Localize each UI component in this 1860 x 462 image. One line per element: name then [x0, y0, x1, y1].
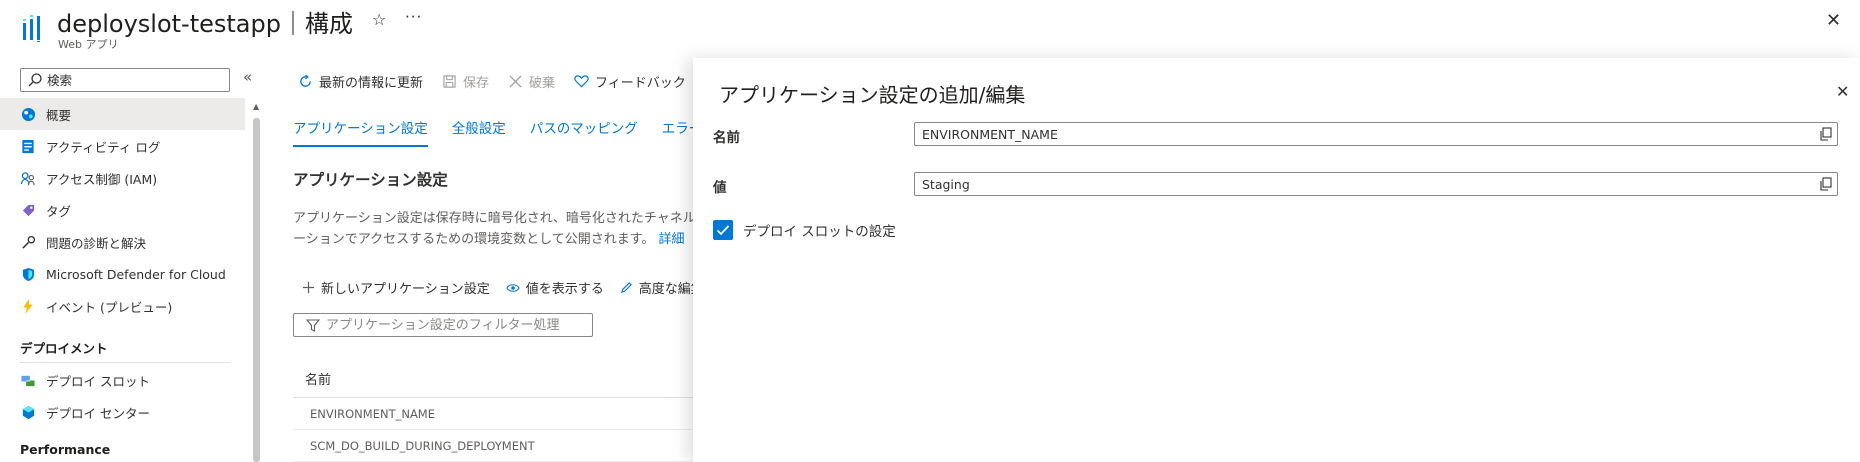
- sidebar-search[interactable]: [20, 68, 230, 92]
- value-input[interactable]: [915, 174, 1813, 194]
- scroll-up-arrow-icon[interactable]: ▲: [253, 102, 259, 111]
- sidebar-divider: [20, 362, 230, 363]
- name-input[interactable]: [915, 124, 1813, 144]
- copy-icon[interactable]: [1813, 123, 1837, 145]
- sidebar-item-deployment-center[interactable]: デプロイ センター: [0, 396, 245, 428]
- value-field-label: 値: [713, 180, 727, 196]
- sidebar-item-label: Microsoft Defender for Cloud: [46, 266, 226, 282]
- heart-icon: [573, 73, 589, 89]
- filter-input[interactable]: [326, 317, 586, 333]
- filter-icon: [306, 318, 320, 332]
- page-subtitle: Web アプリ: [58, 38, 119, 51]
- section-title: アプリケーション設定: [293, 171, 448, 189]
- collapse-sidebar-icon[interactable]: «: [243, 68, 252, 86]
- slot-setting-label: デプロイ スロットの設定: [743, 224, 896, 240]
- sidebar-item-label: アクティビティ ログ: [46, 139, 161, 155]
- name-field-label: 名前: [713, 130, 740, 146]
- discard-icon: [507, 73, 523, 89]
- save-button[interactable]: 保存: [441, 72, 489, 91]
- sidebar-item-overview[interactable]: 概要: [0, 98, 245, 130]
- sidebar-item-tags[interactable]: タグ: [0, 194, 245, 226]
- sidebar-item-events[interactable]: イベント (プレビュー): [0, 290, 245, 322]
- deployment-slots-icon: [20, 372, 36, 388]
- plus-icon: [302, 281, 315, 294]
- sidebar-item-label: 概要: [46, 107, 72, 123]
- slot-setting-row[interactable]: デプロイ スロットの設定: [713, 220, 896, 240]
- table-row[interactable]: SCM_DO_BUILD_DURING_DEPLOYMENT: [293, 430, 693, 462]
- overview-icon: [20, 106, 36, 122]
- lightning-icon: [20, 298, 36, 314]
- refresh-button[interactable]: 最新の情報に更新: [297, 72, 423, 91]
- sidebar-item-label: アクセス制御 (IAM): [46, 171, 158, 187]
- discard-button[interactable]: 破棄: [507, 72, 555, 91]
- command-toolbar: 最新の情報に更新 保存 破棄 フィードバック: [297, 70, 704, 92]
- tag-icon: [20, 202, 36, 218]
- sidebar-item-label: デプロイ スロット: [46, 373, 150, 389]
- wrench-icon: [20, 234, 36, 250]
- edit-app-setting-panel: アプリケーション設定の追加/編集 ✕ 名前 値 デプロイ スロットの設定: [693, 58, 1860, 462]
- slot-setting-checkbox[interactable]: [713, 220, 733, 240]
- iam-icon: [20, 170, 36, 186]
- eye-icon: [506, 283, 520, 293]
- sidebar-search-input[interactable]: [47, 72, 217, 88]
- discard-label: 破棄: [529, 75, 556, 91]
- tab-path-mappings[interactable]: パスのマッピング: [530, 117, 638, 147]
- refresh-label: 最新の情報に更新: [319, 75, 424, 91]
- activity-log-icon: [20, 138, 36, 154]
- learn-more-link[interactable]: 詳細: [659, 232, 685, 247]
- sidebar-item-label: イベント (プレビュー): [46, 299, 173, 315]
- sidebar-item-activity-log[interactable]: アクティビティ ログ: [0, 130, 245, 162]
- sidebar-item-diagnose[interactable]: 問題の診断と解決: [0, 226, 245, 258]
- sidebar-scrollbar-thumb[interactable]: [253, 118, 260, 462]
- new-setting-label: 新しいアプリケーション設定: [321, 282, 490, 297]
- tab-general-settings[interactable]: 全般設定: [452, 117, 506, 147]
- settings-filter[interactable]: [293, 313, 593, 337]
- copy-icon[interactable]: [1813, 173, 1837, 195]
- value-field[interactable]: [914, 172, 1838, 196]
- web-app-icon: [23, 15, 40, 42]
- panel-title: アプリケーション設定の追加/編集: [719, 83, 1026, 107]
- sidebar-item-label: 問題の診断と解決: [46, 235, 147, 251]
- name-field[interactable]: [914, 122, 1838, 146]
- page-close-icon[interactable]: ✕: [1826, 10, 1841, 31]
- feedback-label: フィードバック: [595, 75, 686, 91]
- refresh-icon: [297, 73, 313, 89]
- tab-application-settings[interactable]: アプリケーション設定: [293, 117, 428, 147]
- section-description-line-1: アプリケーション設定は保存時に暗号化され、暗号化されたチャネル経由でアプリケーシ…: [293, 211, 713, 226]
- sidebar-item-label: タグ: [46, 203, 72, 219]
- section-description-line-2: ーションでアクセスするための環境変数として公開されます。: [293, 232, 655, 247]
- feedback-button[interactable]: フィードバック: [573, 72, 686, 91]
- sidebar-group-performance: Performance: [20, 442, 111, 457]
- page-title: deployslot-testapp｜構成: [57, 10, 353, 38]
- show-values-label: 値を表示する: [525, 282, 604, 297]
- search-icon: [28, 73, 42, 87]
- save-label: 保存: [463, 75, 490, 91]
- section-description: アプリケーション設定は保存時に暗号化され、暗号化されたチャネル経由でアプリケーシ…: [293, 208, 713, 250]
- settings-actions: 新しいアプリケーション設定 値を表示する 高度な編集: [302, 278, 720, 297]
- deployment-center-icon: [20, 404, 36, 420]
- table-header-name[interactable]: 名前: [293, 360, 693, 398]
- defender-icon: [20, 266, 36, 282]
- new-setting-button[interactable]: 新しいアプリケーション設定: [302, 278, 490, 297]
- sidebar-item-iam[interactable]: アクセス制御 (IAM): [0, 162, 245, 194]
- sidebar-item-label: デプロイ センター: [46, 405, 150, 421]
- favorite-star-icon[interactable]: ☆: [372, 10, 386, 29]
- table-row[interactable]: ENVIRONMENT_NAME: [293, 398, 693, 430]
- checkmark-icon: [716, 225, 730, 236]
- sidebar-item-deployment-slots[interactable]: デプロイ スロット: [0, 364, 245, 396]
- more-options-icon[interactable]: ···: [405, 8, 422, 26]
- sidebar-item-defender[interactable]: Microsoft Defender for Cloud: [0, 258, 245, 290]
- advanced-edit-button[interactable]: 高度な編集: [620, 278, 704, 297]
- pencil-icon: [620, 281, 633, 294]
- sidebar-group-deployment: デプロイメント: [20, 341, 108, 356]
- save-icon: [441, 73, 457, 89]
- show-values-button[interactable]: 値を表示する: [506, 278, 604, 297]
- panel-close-icon[interactable]: ✕: [1836, 82, 1849, 101]
